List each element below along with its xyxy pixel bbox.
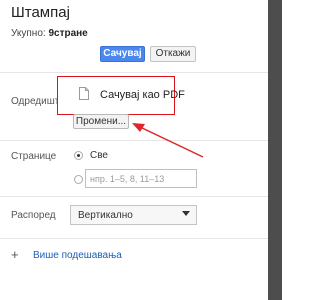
pages-all-radio[interactable] bbox=[74, 151, 83, 160]
cancel-button[interactable]: Откажи bbox=[150, 46, 196, 62]
destination-box: Сачувај као PDF bbox=[57, 76, 185, 115]
page-count-value: 9стране bbox=[48, 28, 88, 39]
plus-icon: + bbox=[11, 247, 19, 262]
page-count: Укупно: 9стране bbox=[11, 28, 88, 39]
pages-label: Странице bbox=[11, 151, 57, 162]
document-icon bbox=[79, 87, 89, 100]
page-range-input[interactable] bbox=[85, 169, 197, 188]
chevron-down-icon bbox=[182, 211, 190, 216]
pages-all-label: Све bbox=[90, 150, 108, 161]
save-button[interactable]: Сачувај bbox=[100, 46, 145, 62]
divider bbox=[0, 238, 268, 239]
page-title: Штампај bbox=[11, 4, 70, 21]
divider bbox=[0, 140, 268, 141]
pages-range-radio[interactable] bbox=[74, 175, 83, 184]
more-settings-label: Више подешавања bbox=[33, 250, 122, 261]
layout-select[interactable]: Вертикално bbox=[70, 205, 197, 225]
divider bbox=[0, 72, 268, 73]
layout-label: Распоред bbox=[11, 210, 56, 221]
page-count-label: Укупно: bbox=[11, 28, 49, 39]
preview-area-edge bbox=[268, 0, 282, 300]
change-destination-button[interactable]: Промени... bbox=[73, 114, 129, 129]
divider bbox=[0, 196, 268, 197]
layout-selected-value: Вертикално bbox=[78, 210, 133, 221]
destination-value: Сачувај као PDF bbox=[100, 89, 185, 101]
print-panel: Штампај Укупно: 9стране Сачувај Откажи О… bbox=[0, 0, 268, 300]
